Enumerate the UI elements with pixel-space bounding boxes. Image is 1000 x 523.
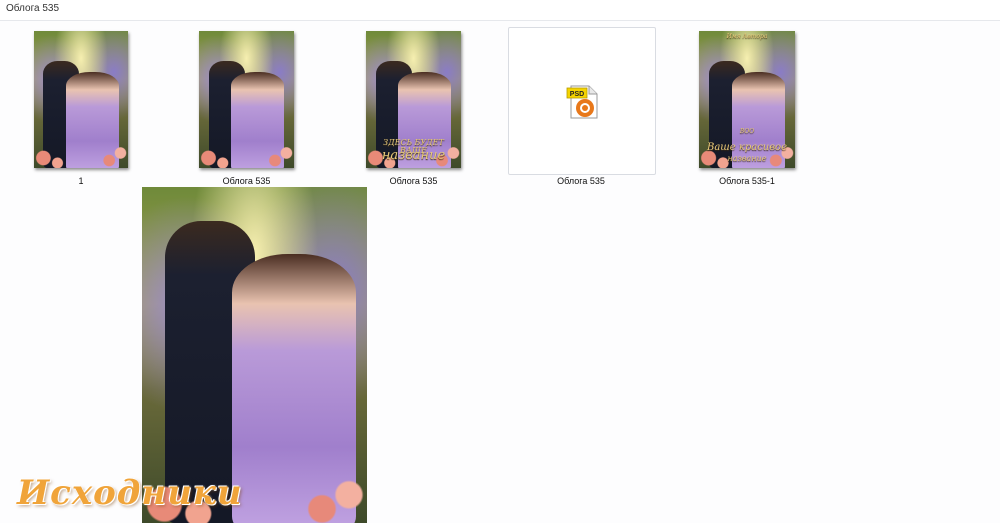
file-thumbnail[interactable]: ЗДЕСЬ БУДЕТ ВАШЕ название — [366, 31, 461, 168]
cover-title-line2: название — [381, 148, 446, 163]
cover-author: Имя Автора — [726, 33, 768, 40]
file-name-label[interactable]: Облога 535 — [508, 176, 654, 186]
file-thumbnail[interactable]: PSD — [508, 27, 656, 175]
file-explorer-window: Облога 535 1 Облога 535 ЗДЕСЬ БУДЕТ ВАШЕ… — [0, 0, 1000, 523]
psd-file-icon: PSD — [566, 85, 598, 119]
cover-title-line1: Ваше красивое — [706, 142, 787, 153]
file-name-label[interactable]: Облога 535-1 — [699, 176, 795, 186]
file-thumbnail[interactable] — [199, 31, 294, 168]
cover-title-line2: название — [727, 154, 767, 163]
file-name-label[interactable]: Облога 535 — [199, 176, 294, 186]
file-thumbnail[interactable]: Имя Автора BOO Ваше красивое название — [699, 31, 795, 168]
window-title: Облога 535 — [6, 3, 60, 14]
cover-subtitle: BOO — [739, 128, 755, 135]
file-name-label[interactable]: Облога 535 — [366, 176, 461, 186]
watermark-logo: Исходники — [17, 473, 243, 513]
file-thumbnail[interactable] — [34, 31, 128, 168]
psd-badge-text: PSD — [570, 91, 584, 98]
file-name-label[interactable]: 1 — [34, 176, 128, 186]
title-bar: Облога 535 — [0, 0, 1000, 21]
